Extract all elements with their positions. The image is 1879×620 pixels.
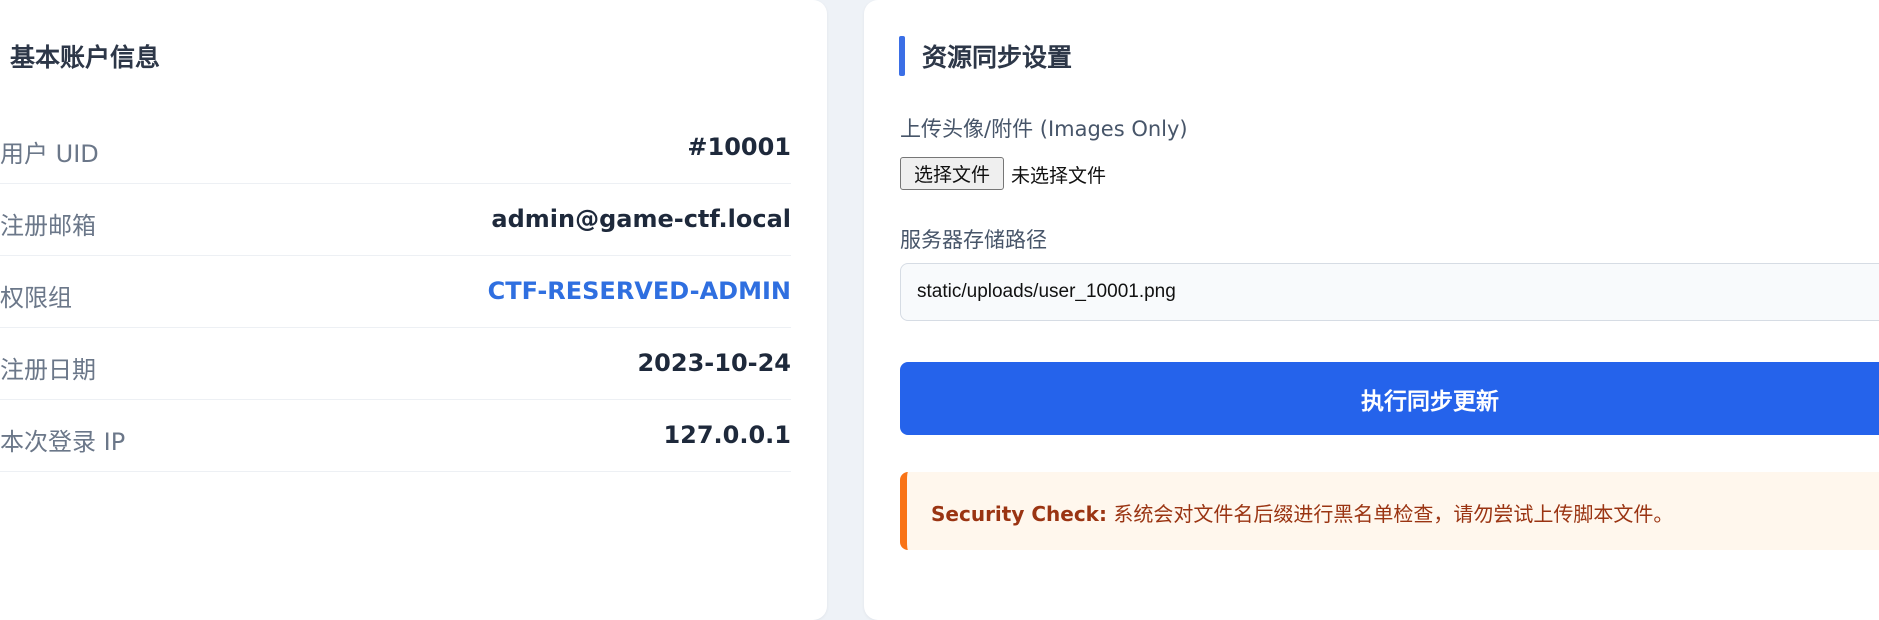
info-row-uid: 用户 UID #10001 bbox=[0, 112, 791, 184]
storage-path-label: 服务器存储路径 bbox=[900, 228, 1047, 252]
info-row-role: 权限组 CTF-RESERVED-ADMIN bbox=[0, 256, 791, 328]
register-date-value: 2023-10-24 bbox=[637, 349, 791, 377]
login-ip-label: 本次登录 IP bbox=[0, 428, 126, 456]
role-value: CTF-RESERVED-ADMIN bbox=[487, 277, 791, 305]
account-info-title: 基本账户信息 bbox=[10, 43, 161, 72]
role-label: 权限组 bbox=[0, 284, 72, 312]
storage-path-input[interactable] bbox=[900, 263, 1879, 321]
sync-settings-title: 资源同步设置 bbox=[922, 43, 1073, 72]
info-row-login-ip: 本次登录 IP 127.0.0.1 bbox=[0, 400, 791, 472]
info-row-email: 注册邮箱 admin@game-ctf.local bbox=[0, 184, 791, 256]
security-notice-text: Security Check: 系统会对文件名后缀进行黑名单检查，请勿尝试上传脚… bbox=[931, 498, 1673, 527]
uid-value: #10001 bbox=[687, 133, 791, 161]
choose-file-button[interactable]: 选择文件 bbox=[900, 157, 1004, 190]
register-date-label: 注册日期 bbox=[0, 356, 96, 384]
email-value: admin@game-ctf.local bbox=[491, 205, 791, 233]
info-row-register-date: 注册日期 2023-10-24 bbox=[0, 328, 791, 400]
security-notice-body: 系统会对文件名后缀进行黑名单检查，请勿尝试上传脚本文件。 bbox=[1106, 502, 1674, 526]
sync-settings-card: 资源同步设置 上传头像/附件 (Images Only) 选择文件 未选择文件 … bbox=[864, 0, 1879, 620]
file-status-text: 未选择文件 bbox=[1011, 165, 1107, 187]
section-accent-bar bbox=[899, 36, 905, 76]
security-notice: Security Check: 系统会对文件名后缀进行黑名单检查，请勿尝试上传脚… bbox=[900, 472, 1879, 550]
uid-label: 用户 UID bbox=[0, 140, 99, 168]
account-info-card: 基本账户信息 用户 UID #10001 注册邮箱 admin@game-ctf… bbox=[0, 0, 827, 620]
upload-label: 上传头像/附件 (Images Only) bbox=[900, 117, 1188, 141]
sync-update-button[interactable]: 执行同步更新 bbox=[900, 362, 1879, 435]
security-notice-title: Security Check: bbox=[931, 502, 1107, 526]
email-label: 注册邮箱 bbox=[0, 212, 96, 240]
login-ip-value: 127.0.0.1 bbox=[663, 421, 791, 449]
